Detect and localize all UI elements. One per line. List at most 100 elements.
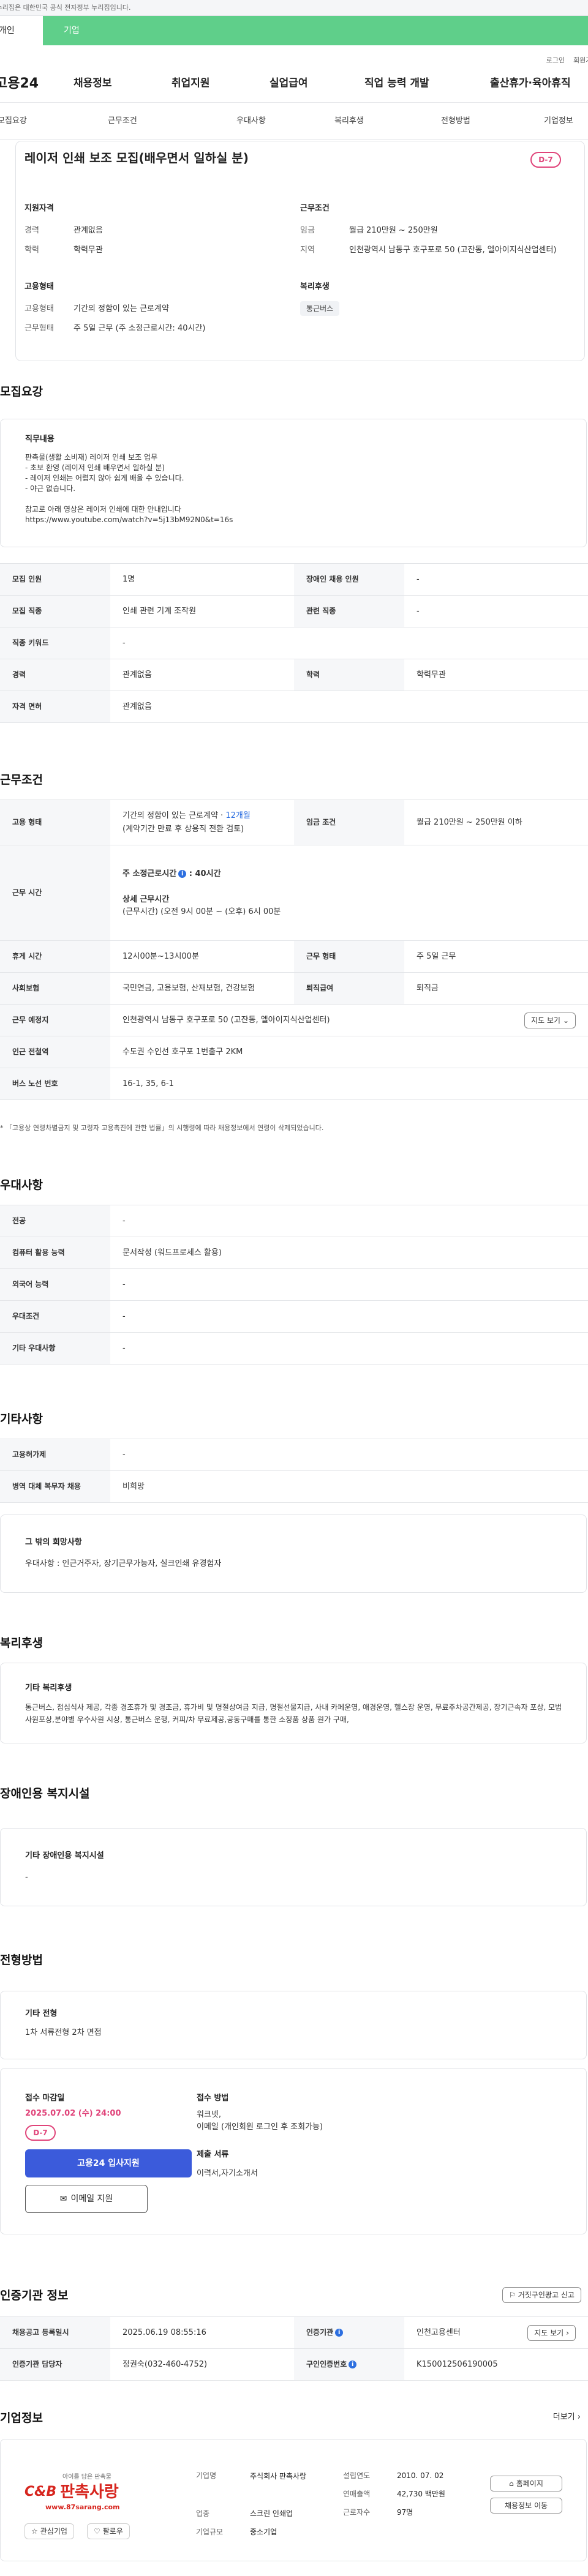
benefits-box: 기타 복리후생 통근버스, 점심식사 제공, 각종 경조휴가 및 경조금, 휴가… [0, 1663, 587, 1743]
qualification-row: 학력 학력무관 [24, 245, 103, 255]
deadline-value: 2025.07.02 (수) 24:00 [25, 2109, 121, 2118]
login-link[interactable]: 로그인 [546, 56, 565, 65]
disability-heading: 장애인용 복지시설 [0, 1787, 90, 1800]
employment-row: 고용형태 기간의 정함이 있는 근로계약 [24, 304, 169, 313]
util-links: 로그인 회원가입 [0, 53, 588, 65]
recruit-heading: 모집요강 [0, 385, 43, 399]
table-row: 전공 - [0, 1205, 588, 1237]
benefits-text: 통근버스, 점심식사 제공, 각종 경조휴가 및 경조금, 휴가비 및 명절상여… [25, 1703, 562, 1724]
selection-heading: 전형방법 [0, 1953, 43, 1967]
table-row: 채용공고 등록일시 2025.06.19 08:55:16 인증기관 i 인천고용… [0, 2316, 588, 2349]
method-value: 워크넷, 이메일 (개인회원 로그인 후 조회가능) [197, 2110, 323, 2132]
company-name-value: 주식회사 판촉사랑 [250, 2472, 307, 2481]
global-nav: 고용24 채용정보 취업지원 실업급여 직업 능력 개발 출산휴가·육아휴직 [0, 65, 588, 103]
email-apply-button[interactable]: ✉ 이메일 지원 [25, 2185, 148, 2213]
gov-banner-text: 이 누리집은 대한민국 공식 전자정부 누리집입니다. [0, 4, 131, 12]
section-subnav: 모집요강 근무조건 우대사항 복리후생 전형방법 기업정보 [0, 103, 588, 140]
home-icon: ⌂ [509, 2479, 514, 2488]
follow-button[interactable]: ♡ 팔로우 [87, 2523, 130, 2540]
method-label: 접수 방법 [197, 2094, 229, 2103]
agency-map-button[interactable]: 지도 보기 › [527, 2325, 576, 2342]
table-row: 인근 전철역 수도권 수인선 호구포 1번출구 2KM [0, 1036, 588, 1068]
table-row: 고용허가제 - [0, 1439, 588, 1471]
table-row: 외국어 능력 - [0, 1268, 588, 1301]
table-row: 병역 대체 복무자 채용 비희망 [0, 1470, 588, 1503]
table-row: 자격 면허 관계없음 [0, 691, 588, 723]
subnav-benefits[interactable]: 복리후생 [334, 116, 445, 127]
chevron-down-icon: ⌄ [562, 1016, 569, 1025]
apply-button[interactable]: 고용24 입사지원 [25, 2149, 192, 2177]
company-industry-value: 스크린 인쇄업 [250, 2509, 293, 2518]
selection-text: 1차 서류전형 2차 면접 [25, 2028, 102, 2037]
gnb-menu-jobs[interactable]: 채용정보 [74, 77, 172, 91]
work-heading: 근무조건 [0, 773, 43, 787]
other-extra-text: 우대사항 : 인근거주자, 장기근무가능자, 실크인쇄 유경험자 [25, 1559, 222, 1568]
subnav-conditions[interactable]: 근무조건 [108, 116, 236, 127]
qualification-heading: 지원자격 [24, 204, 54, 213]
logo-mark-icon: C&B [24, 2484, 57, 2500]
info-icon[interactable]: i [335, 2329, 344, 2337]
company-jobs-button[interactable]: 채용정보 이동 [490, 2498, 562, 2514]
gnb-menu-unemployment[interactable]: 실업급여 [270, 77, 364, 91]
table-row: 모집 직종 인쇄 관련 기계 조작원 관련 직종 - [0, 595, 588, 627]
company-size-value: 중소기업 [250, 2528, 277, 2536]
table-row: 인증기관 담당자 정권숙(032-460-4752) 구인인증번호 i K1500… [0, 2348, 588, 2381]
info-icon[interactable]: i [349, 2361, 357, 2369]
conditions-row: 지역 인천광역시 남동구 호구포로 50 (고잔동, 엘아이지식산업센터) [300, 245, 557, 255]
selection-box: 기타 전형 1차 서류전형 2차 면접 [0, 1991, 587, 2059]
deadline-label: 접수 마감일 [25, 2094, 65, 2103]
table-row: 버스 노선 번호 16-1, 35, 6-1 [0, 1068, 588, 1100]
subnav-company[interactable]: 기업정보 [544, 116, 573, 127]
company-heading: 기업정보 [0, 2411, 43, 2425]
gnb-menu-parental-leave[interactable]: 출산휴가·육아휴직 [490, 77, 571, 91]
report-icon: ⚐ [509, 2291, 516, 2299]
disability-label: 기타 장애인용 복지시설 [25, 1851, 104, 1860]
table-row: 사회보험 국민연금, 고용보험, 산재보험, 건강보험 퇴직급여 퇴직금 [0, 972, 588, 1005]
signup-link[interactable]: 회원가입 [573, 56, 588, 65]
gnb-menu-employment-support[interactable]: 취업지원 [172, 77, 270, 91]
company-industry-label: 업종 [196, 2509, 210, 2518]
subnav-recruit[interactable]: 모집요강 [0, 116, 83, 127]
map-button[interactable]: 지도 보기 ⌄ [524, 1013, 576, 1029]
other-heading: 기타사항 [0, 1412, 43, 1426]
info-icon[interactable]: i [178, 869, 187, 878]
recruit-table: 모집 인원 1명 장애인 채용 인원 - 모집 직종 인쇄 관련 기계 조작원 관련 직종… [0, 563, 588, 723]
gnb-menu-training[interactable]: 직업 능력 개발 [364, 77, 490, 91]
homepage-button[interactable]: ⌂ 홈페이지 [490, 2476, 562, 2492]
welfare-heading: 복리후생 [300, 282, 330, 291]
job-title: 레이저 인쇄 보조 모집(배우면서 일하실 분) [24, 151, 249, 165]
disability-text: - [25, 1873, 28, 1882]
mail-icon: ✉ [59, 2193, 67, 2204]
conditions-row: 임금 월급 210만원 ~ 250만원 [300, 226, 438, 235]
heart-icon: ♡ [94, 2527, 100, 2536]
other-extra-label: 그 밖의 희망사항 [25, 1538, 82, 1547]
tab-personal[interactable]: 개인 [0, 16, 43, 45]
company-name-label: 기업명 [196, 2471, 217, 2480]
work-table: 고용 형태 기간의 정함이 있는 근로계약 · 12개월 (계약기간 만료 후 … [0, 799, 588, 1100]
subnav-selection[interactable]: 전형방법 [441, 116, 551, 127]
tab-company[interactable]: 기업 [43, 16, 104, 45]
other-extra-box: 그 밖의 희망사항 우대사항 : 인근거주자, 장기근무가능자, 실크인쇄 유경… [0, 1515, 587, 1593]
duty-text: 판촉물(생활 소비재) 레이저 인쇄 보조 업무 - 초보 환영 (레이저 인쇄… [25, 453, 233, 524]
company-logo: 아이를 담은 판촉물 C&B 판촉사랑 www.87sarang.com [24, 2474, 120, 2511]
company-founded-label: 설립연도 [343, 2471, 371, 2480]
company-employees-value: 97명 [397, 2508, 413, 2517]
agency-table: 채용공고 등록일시 2025.06.19 08:55:16 인증기관 i 인천고용… [0, 2316, 588, 2381]
chevron-right-icon: › [566, 2329, 569, 2337]
company-revenue-label: 연매출액 [343, 2490, 371, 2498]
report-button[interactable]: ⚐ 거짓구인광고 신고 [502, 2287, 581, 2304]
table-row: 근무 시간 주 소정근로시간 i : 40시간 상세 근무시간 (근무시간) (오… [0, 845, 588, 941]
employment-heading: 고용형태 [24, 282, 54, 291]
conditions-heading: 근무조건 [300, 204, 330, 213]
table-row: 모집 인원 1명 장애인 채용 인원 - [0, 563, 588, 596]
duty-box: 직무내용 판촉물(생활 소비재) 레이저 인쇄 보조 업무 - 초보 환영 (레… [0, 419, 587, 547]
favorite-company-button[interactable]: ☆ 관심기업 [24, 2523, 74, 2540]
company-more-link[interactable]: 더보기 › [553, 2412, 581, 2423]
subnav-prefer[interactable]: 우대사항 [236, 116, 347, 127]
qualification-row: 경력 관계없음 [24, 226, 103, 235]
deadline-dday-badge: D-7 [25, 2125, 56, 2141]
site-logo[interactable]: 고용24 [0, 75, 74, 93]
benefits-label: 기타 복리후생 [25, 1683, 72, 1693]
employment-row: 근무형태 주 5일 근무 (주 소정근로시간: 40시간) [24, 324, 206, 333]
table-row: 기타 우대사항 - [0, 1332, 588, 1365]
